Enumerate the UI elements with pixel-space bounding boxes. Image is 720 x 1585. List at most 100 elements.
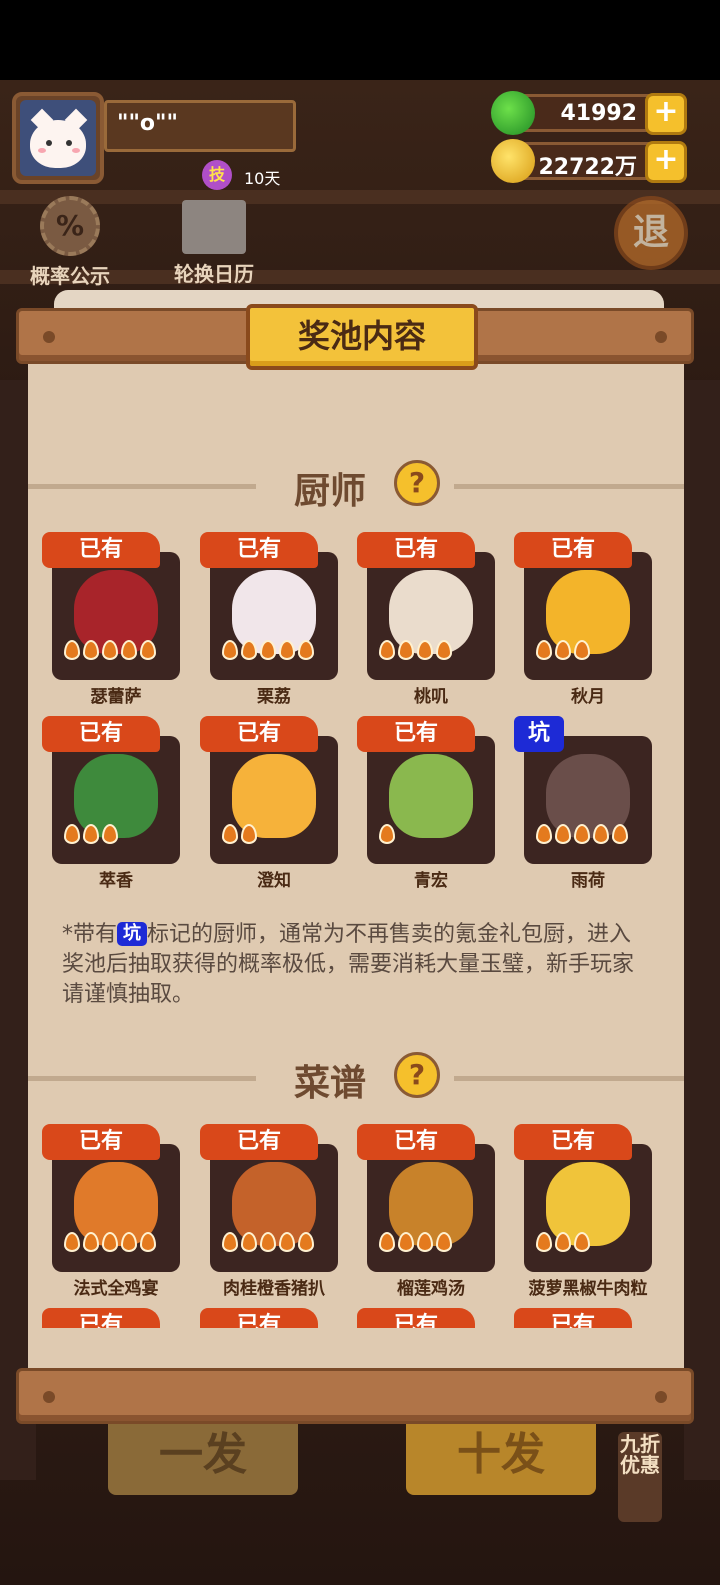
flame-star-icon [121, 640, 137, 660]
rotation-calendar-button[interactable]: 轮换日历 [168, 200, 260, 287]
exit-button[interactable]: 退 [614, 196, 688, 270]
flame-star-icon [83, 824, 99, 844]
add-gold-button[interactable]: + [645, 141, 687, 183]
flame-star-icon [417, 1232, 433, 1252]
flame-star-icon [64, 1232, 80, 1252]
recipe-card[interactable]: 已有菠萝黑椒牛肉粒 [514, 1124, 652, 1299]
rarity-stars [222, 1232, 332, 1254]
chef-card[interactable]: 已有萃香 [42, 716, 180, 891]
question-icon[interactable]: ? [394, 460, 440, 506]
owned-tag: 已有 [42, 532, 160, 568]
chef-card[interactable]: 已有 澄知 [200, 716, 338, 891]
flame-star-icon [555, 1232, 571, 1252]
recipe-card[interactable]: 已有 榴莲鸡汤 [357, 1124, 495, 1299]
flame-star-icon [121, 1232, 137, 1252]
jade-coin-icon [491, 91, 535, 135]
note-text: 标记的厨师，通常为不再售卖的氪金礼包厨，进入奖池后抽取获得的概率极低，需要消耗大… [62, 922, 635, 1007]
flame-star-icon [574, 1232, 590, 1252]
player-avatar[interactable] [12, 92, 104, 184]
flame-star-icon [83, 640, 99, 660]
chef-name: 桃叽 [414, 687, 448, 707]
owned-tag: 已有 [200, 716, 318, 752]
rarity-stars [379, 824, 489, 846]
probability-button[interactable]: % 概率公示 [24, 196, 116, 289]
flame-star-icon [379, 640, 395, 660]
flame-star-icon [298, 1232, 314, 1252]
chef-name: 雨荷 [571, 871, 605, 891]
flame-star-icon [64, 824, 80, 844]
pit-note: *带有坑标记的厨师，通常为不再售卖的氪金礼包厨，进入奖池后抽取获得的概率极低，需… [62, 920, 652, 1010]
chef-name: 瑟蕾萨 [90, 687, 142, 707]
calendar-icon [182, 200, 246, 254]
skill-badge-icon[interactable]: 技 [202, 160, 232, 190]
discount-badge: 九折优惠 [618, 1432, 662, 1522]
recipe-name: 菠萝黑椒牛肉粒 [528, 1279, 648, 1299]
owned-tag: 已有 [42, 716, 160, 752]
chef-card[interactable]: 已有 栗荔 [200, 532, 338, 707]
owned-tag: 已有 [200, 532, 318, 568]
chef-card[interactable]: 已有瑟蕾萨 [42, 532, 180, 707]
ten-draw-button[interactable]: 十发 [406, 1415, 596, 1495]
flame-star-icon [555, 640, 571, 660]
status-bar [0, 0, 720, 80]
flame-star-icon [436, 640, 452, 660]
jade-value: 41992 [560, 101, 637, 126]
jade-counter: 41992 + [491, 91, 687, 135]
modal-title: 奖池内容 [246, 304, 478, 370]
flame-star-icon [536, 640, 552, 660]
rarity-stars [536, 640, 646, 662]
add-jade-button[interactable]: + [645, 93, 687, 135]
flame-star-icon [102, 824, 118, 844]
recipe-card[interactable]: 已有法式全鸡宴 [42, 1124, 180, 1299]
chef-card[interactable]: 已有桃叽 [357, 532, 495, 707]
chef-name: 青宏 [414, 871, 448, 891]
flame-star-icon [102, 640, 118, 660]
owned-tag: 已有 [42, 1124, 160, 1160]
owned-tag: 已有 [514, 1124, 632, 1160]
single-draw-button[interactable]: 一发 [108, 1415, 298, 1495]
rarity-stars [64, 1232, 174, 1254]
chef-card[interactable]: 已有青宏 [357, 716, 495, 891]
owned-tag: 已有 [357, 1124, 475, 1160]
flame-star-icon [536, 1232, 552, 1252]
flame-star-icon [241, 824, 257, 844]
recipe-section-header: 菜谱 ? [28, 1048, 684, 1108]
chef-card[interactable]: 已有 秋月 [514, 532, 652, 707]
owned-tag: 已有 [357, 532, 475, 568]
chef-name: 秋月 [571, 687, 605, 707]
flame-star-icon [64, 640, 80, 660]
flame-star-icon [260, 1232, 276, 1252]
flame-star-icon [298, 640, 314, 660]
flame-star-icon [140, 1232, 156, 1252]
question-icon[interactable]: ? [394, 1052, 440, 1098]
flame-star-icon [279, 640, 295, 660]
rarity-stars [64, 824, 174, 846]
note-prefix: *带有 [62, 922, 118, 947]
recipe-section-title: 菜谱 [294, 1063, 367, 1104]
player-name-box: ""o"" [104, 100, 296, 152]
percent-gear-icon: % [40, 196, 100, 256]
gold-value: 22722万 [538, 155, 637, 180]
rarity-stars [64, 640, 174, 662]
cat-portrait [20, 100, 96, 176]
flame-star-icon [222, 824, 238, 844]
rarity-stars [536, 824, 646, 846]
chef-card[interactable]: 坑雨荷 [514, 716, 652, 891]
recipe-card[interactable]: 已有 肉桂橙香猪扒 [200, 1124, 338, 1299]
recipe-name: 法式全鸡宴 [73, 1279, 159, 1299]
skill-days: 10天 [244, 169, 281, 188]
player-name: ""o"" [117, 111, 178, 136]
flame-star-icon [222, 1232, 238, 1252]
gold-coin-icon [491, 139, 535, 183]
flame-star-icon [279, 1232, 295, 1252]
pit-inline-tag: 坑 [117, 922, 148, 946]
flame-star-icon [241, 1232, 257, 1252]
probability-label: 概率公示 [30, 264, 110, 288]
chef-name: 萃香 [99, 871, 133, 891]
scroll-bottom-rod [16, 1368, 694, 1424]
flame-star-icon [593, 824, 609, 844]
flame-star-icon [612, 824, 628, 844]
panel-cutoff [28, 1328, 684, 1370]
rarity-stars [379, 640, 489, 662]
owned-tag: 已有 [357, 716, 475, 752]
